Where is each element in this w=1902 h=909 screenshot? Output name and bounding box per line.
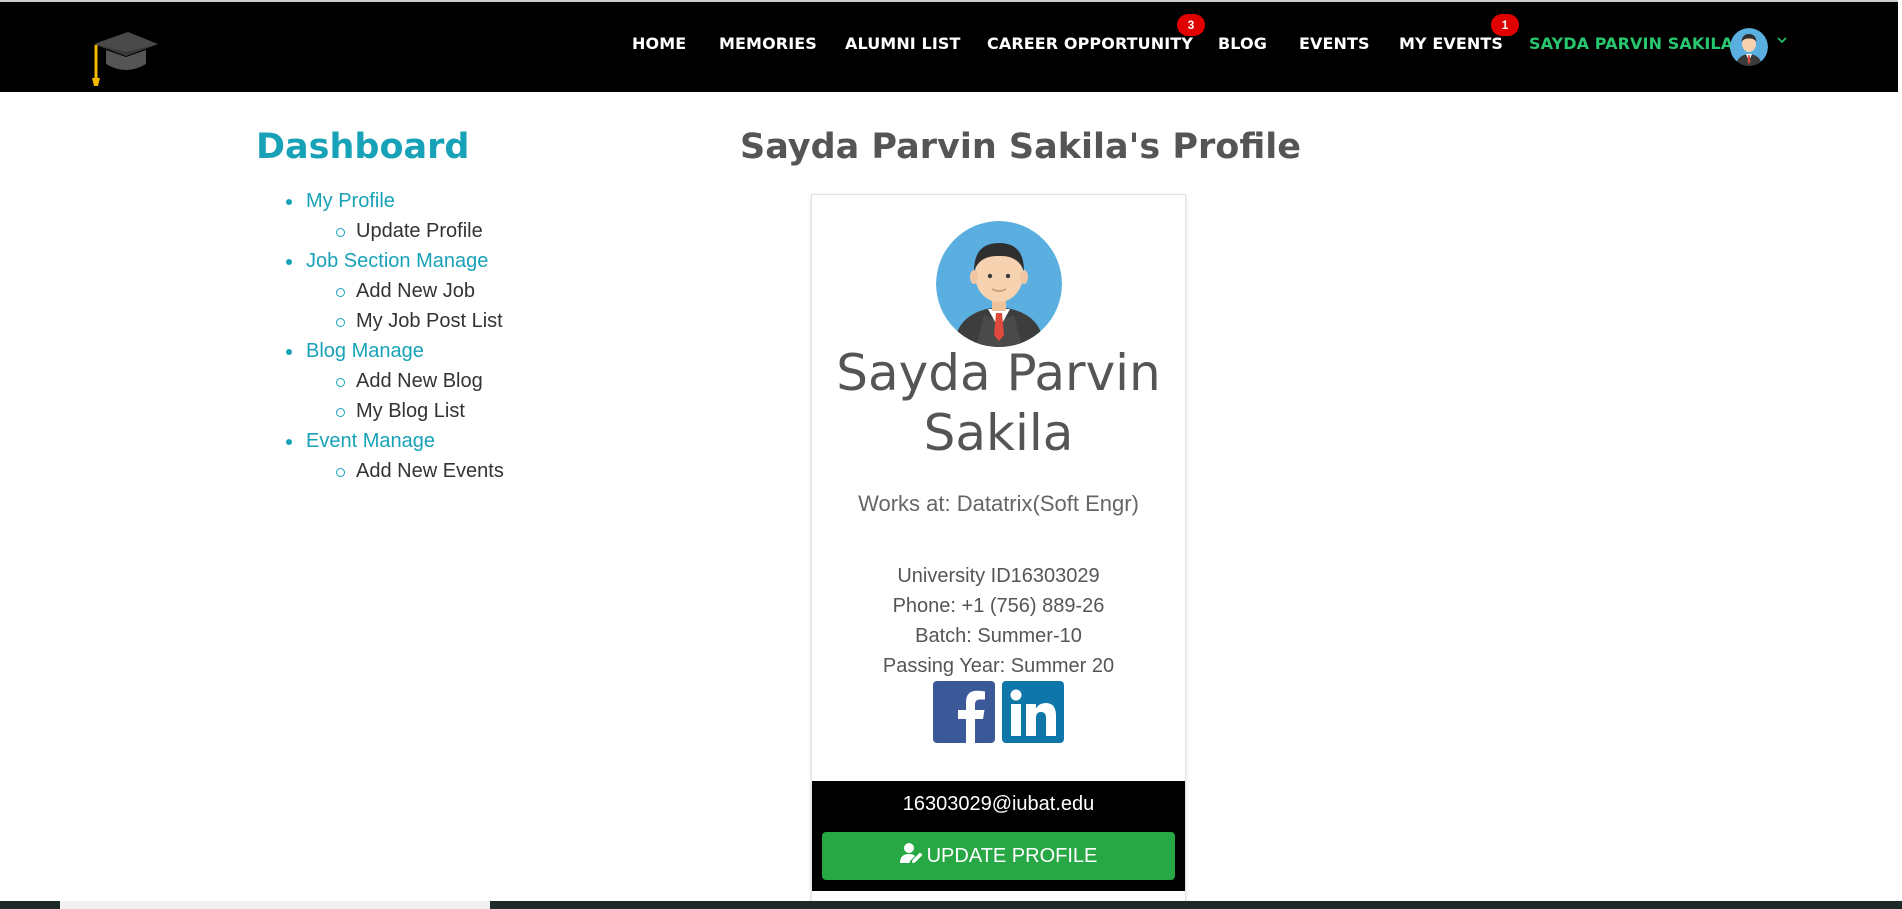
profile-phone: Phone: +1 (756) 889-26 <box>892 595 1105 617</box>
profile-card-footer: 16303029@iubat.edu UPDATE PROFILE <box>812 781 1185 891</box>
profile-email: 16303029@iubat.edu <box>902 793 1095 815</box>
nav-alumni-list[interactable]: ALUMNI LIST <box>845 34 961 53</box>
dashboard-menu: My Profile Update Profile Job Section Ma… <box>256 186 716 486</box>
nav-memories[interactable]: MEMORIES <box>719 34 817 53</box>
sidebar-title: Dashboard <box>256 127 470 167</box>
nav-user-menu[interactable]: SAYDA PARVIN SAKILA <box>1529 34 1733 53</box>
user-edit-icon <box>899 842 927 870</box>
dashboard-sidebar: Dashboard My Profile Update Profile Job … <box>256 124 716 486</box>
nav-career-opportunity[interactable]: CAREER OPPORTUNITY <box>987 34 1193 53</box>
profile-name: Sayda Parvin Sakila <box>812 343 1185 463</box>
menu-my-profile[interactable]: My Profile <box>256 186 716 216</box>
menu-add-new-events[interactable]: Add New Events <box>256 456 716 486</box>
top-navbar: HOME MEMORIES ALUMNI LIST CAREER OPPORTU… <box>0 0 1898 92</box>
career-notification-badge: 3 <box>1177 14 1205 36</box>
profile-works-at: Works at: Datatrix(Soft Engr) <box>858 491 1139 516</box>
chevron-down-icon[interactable] <box>1776 32 1788 48</box>
menu-add-new-job[interactable]: Add New Job <box>256 276 716 306</box>
menu-job-section-manage[interactable]: Job Section Manage <box>256 246 716 276</box>
profile-name-line2: Sakila <box>923 404 1074 462</box>
profile-avatar-icon <box>936 221 1062 347</box>
menu-blog-manage[interactable]: Blog Manage <box>256 336 716 366</box>
menu-my-job-post-list[interactable]: My Job Post List <box>256 306 716 336</box>
menu-event-manage[interactable]: Event Manage <box>256 426 716 456</box>
profile-details: University ID16303029 Phone: +1 (756) 88… <box>812 561 1185 681</box>
update-profile-label: UPDATE PROFILE <box>926 844 1098 867</box>
profile-university-id: University ID16303029 <box>897 565 1100 587</box>
nav-blog[interactable]: BLOG <box>1218 34 1267 53</box>
profile-batch: Batch: Summer-10 <box>915 625 1082 647</box>
menu-my-blog-list[interactable]: My Blog List <box>256 396 716 426</box>
update-profile-button[interactable]: UPDATE PROFILE <box>822 832 1175 880</box>
nav-my-events[interactable]: MY EVENTS <box>1399 34 1503 53</box>
my-events-notification-badge: 1 <box>1491 14 1519 36</box>
menu-update-profile[interactable]: Update Profile <box>256 216 716 246</box>
profile-passing-year: Passing Year: Summer 20 <box>882 655 1115 677</box>
graduation-cap-logo-icon[interactable] <box>90 30 160 90</box>
profile-name-line1: Sayda Parvin <box>836 344 1161 402</box>
nav-events[interactable]: EVENTS <box>1299 34 1370 53</box>
profile-card: Sayda Parvin Sakila Works at: Datatrix(S… <box>811 194 1186 909</box>
linkedin-icon[interactable] <box>1002 681 1064 743</box>
user-avatar-icon[interactable] <box>1730 28 1768 66</box>
nav-home[interactable]: HOME <box>632 34 686 53</box>
taskbar-tab <box>60 901 490 909</box>
menu-add-new-blog[interactable]: Add New Blog <box>256 366 716 396</box>
page-title: Sayda Parvin Sakila's Profile <box>740 127 1302 167</box>
facebook-icon[interactable] <box>933 681 995 743</box>
